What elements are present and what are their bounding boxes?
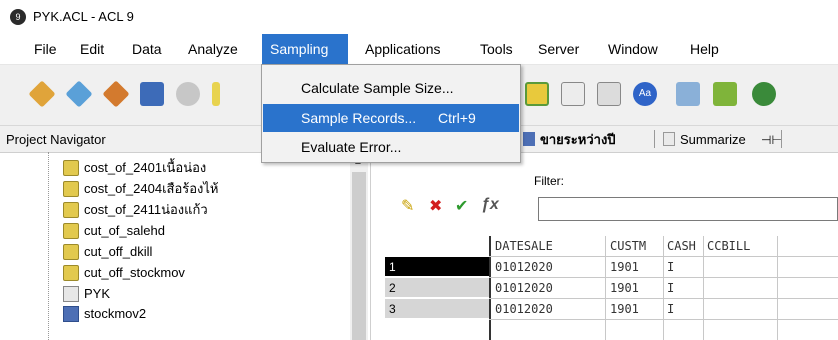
- tab-view[interactable]: ขายระหว่างปี: [523, 130, 616, 150]
- row-number[interactable]: 3: [385, 299, 489, 319]
- column-header[interactable]: DATESALE: [495, 236, 553, 256]
- print-icon[interactable]: [176, 82, 200, 106]
- menu-item-sample-records[interactable]: Sample Records... Ctrl+9: [263, 104, 519, 132]
- new-project-icon[interactable]: [65, 80, 93, 108]
- grid-table-icon: [63, 306, 79, 322]
- acl-logo-icon: 9: [10, 9, 26, 25]
- open-project-icon[interactable]: [28, 80, 56, 108]
- menu-item-evaluate-error[interactable]: Evaluate Error...: [263, 133, 519, 161]
- menu-file[interactable]: File: [26, 34, 65, 64]
- tab-summarize[interactable]: Summarize: [663, 130, 746, 150]
- edit-view-icon[interactable]: [561, 82, 585, 106]
- table-cell[interactable]: 01012020: [495, 299, 553, 319]
- menu-edit[interactable]: Edit: [72, 34, 112, 64]
- navigator-title: Project Navigator: [6, 132, 106, 147]
- column-divider: [605, 236, 606, 340]
- table-icon: [63, 160, 79, 176]
- filter-label: Filter:: [534, 174, 564, 188]
- table-icon: [63, 202, 79, 218]
- tree-line: [48, 152, 49, 340]
- column-divider: [489, 236, 491, 340]
- filter-input[interactable]: [538, 197, 838, 221]
- menu-analyze[interactable]: Analyze: [180, 34, 246, 64]
- shortcut-label: Ctrl+9: [438, 110, 476, 126]
- scrollbar-thumb[interactable]: [352, 172, 366, 340]
- sampling-menu: Calculate Sample Size... Sample Records.…: [261, 64, 521, 163]
- table-cell[interactable]: 1901: [610, 299, 639, 319]
- table-icon: [63, 181, 79, 197]
- column-divider: [777, 236, 778, 340]
- title-bar: 9 PYK.ACL - ACL 9: [0, 0, 838, 34]
- menu-bar: File Edit Data Analyze Sampling Applicat…: [0, 34, 838, 65]
- menu-window[interactable]: Window: [600, 34, 666, 64]
- apply-filter-icon[interactable]: ✔: [455, 196, 468, 216]
- table-cell[interactable]: I: [667, 257, 674, 277]
- column-header[interactable]: CUSTM: [610, 236, 646, 256]
- row-divider: [489, 319, 838, 320]
- window-title: PYK.ACL - ACL 9: [33, 9, 134, 24]
- row-number[interactable]: 2: [385, 278, 489, 298]
- close-project-icon[interactable]: [102, 80, 130, 108]
- edit-table-layout-icon[interactable]: [525, 82, 549, 106]
- script-editor-icon[interactable]: [752, 82, 776, 106]
- column-header[interactable]: CCBILL: [707, 236, 750, 256]
- script-icon: [63, 286, 79, 302]
- table-cell[interactable]: 1901: [610, 278, 639, 298]
- view-icon: [523, 132, 535, 146]
- remove-filter-icon[interactable]: ✖: [429, 196, 442, 216]
- table-cell[interactable]: 01012020: [495, 257, 553, 277]
- histogram-icon[interactable]: [713, 82, 737, 106]
- statistics-icon[interactable]: [676, 82, 700, 106]
- column-divider: [703, 236, 704, 340]
- table-cell[interactable]: 01012020: [495, 278, 553, 298]
- menu-server[interactable]: Server: [530, 34, 587, 64]
- filter-view-icon[interactable]: [597, 82, 621, 106]
- tab-separator: [781, 130, 782, 148]
- table-icon: [63, 223, 79, 239]
- table-layout-icon[interactable]: [212, 82, 220, 106]
- expression-builder-icon[interactable]: ƒx: [481, 196, 499, 214]
- pin-icon[interactable]: ⊣⊢: [761, 130, 782, 150]
- menu-tools[interactable]: Tools: [472, 34, 521, 64]
- table-cell[interactable]: I: [667, 299, 674, 319]
- edit-filter-icon[interactable]: ✎: [401, 196, 414, 216]
- table-cell[interactable]: I: [667, 278, 674, 298]
- table-icon: [63, 244, 79, 260]
- document-icon: [663, 132, 675, 146]
- column-divider: [663, 236, 664, 340]
- tab-separator: [654, 130, 655, 148]
- menu-item-calculate-sample-size[interactable]: Calculate Sample Size...: [263, 74, 519, 102]
- save-icon[interactable]: [140, 82, 164, 106]
- font-icon[interactable]: Aa: [633, 82, 657, 106]
- table-icon: [63, 265, 79, 281]
- menu-sampling[interactable]: Sampling: [262, 34, 348, 64]
- table-cell[interactable]: 1901: [610, 257, 639, 277]
- menu-help[interactable]: Help: [682, 34, 727, 64]
- table-corner: [385, 236, 489, 256]
- menu-applications[interactable]: Applications: [357, 34, 449, 64]
- menu-data[interactable]: Data: [124, 34, 170, 64]
- column-header[interactable]: CASH: [667, 236, 696, 256]
- row-number[interactable]: 1: [385, 257, 489, 277]
- data-table: DATESALE CUSTM CASH CCBILL 1 01012020 19…: [385, 236, 838, 340]
